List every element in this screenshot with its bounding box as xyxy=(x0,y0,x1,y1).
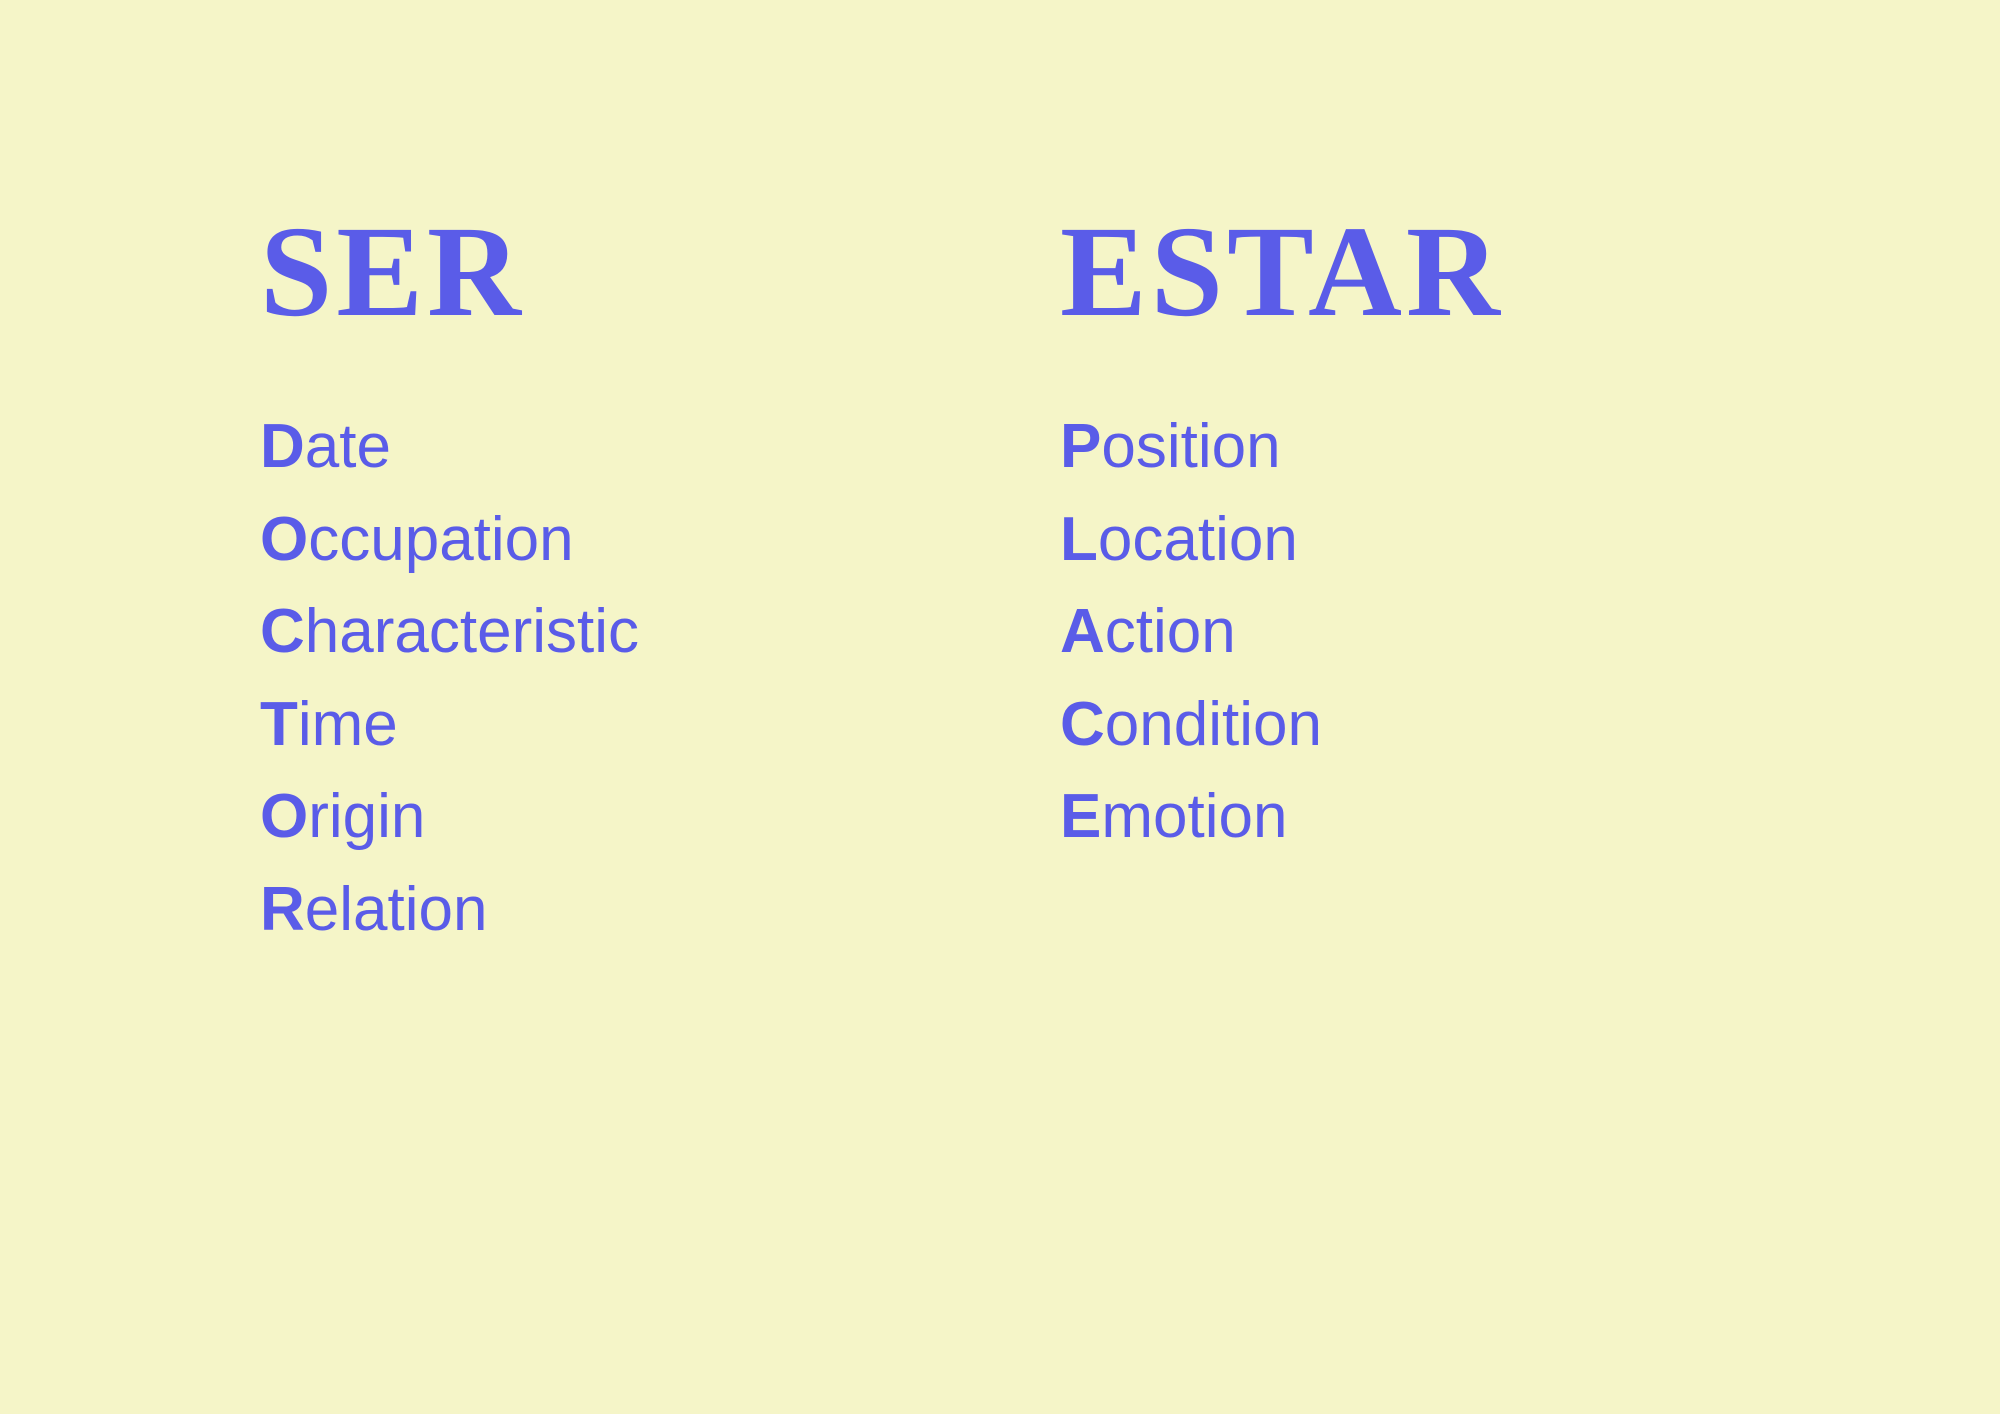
estar-item-condition: Condition xyxy=(1060,685,1740,766)
ser-title: SER xyxy=(260,197,940,347)
ser-item-relation: Relation xyxy=(260,870,940,951)
ser-origin-rest: rigin xyxy=(308,782,425,851)
estar-item-action: Action xyxy=(1060,592,1740,673)
ser-items-list: Date Occupation Characteristic Time Orig… xyxy=(260,407,940,951)
estar-action-first-letter: A xyxy=(1060,597,1105,666)
ser-origin-first-letter: O xyxy=(260,782,308,851)
estar-location-rest: ocation xyxy=(1098,505,1298,574)
ser-date-rest: ate xyxy=(305,412,391,481)
ser-item-time: Time xyxy=(260,685,940,766)
ser-item-characteristic: Characteristic xyxy=(260,592,940,673)
ser-occupation-rest: ccupation xyxy=(308,505,573,574)
estar-condition-rest: ondition xyxy=(1105,690,1322,759)
ser-time-first-letter: T xyxy=(260,690,298,759)
estar-emotion-first-letter: E xyxy=(1060,782,1101,851)
estar-item-location: Location xyxy=(1060,500,1740,581)
estar-title: ESTAR xyxy=(1060,197,1740,347)
estar-position-rest: osition xyxy=(1101,412,1280,481)
estar-emotion-rest: motion xyxy=(1101,782,1287,851)
ser-occupation-first-letter: O xyxy=(260,505,308,574)
estar-condition-first-letter: C xyxy=(1060,690,1105,759)
ser-date-first-letter: D xyxy=(260,412,305,481)
ser-item-origin: Origin xyxy=(260,777,940,858)
estar-item-emotion: Emotion xyxy=(1060,777,1740,858)
ser-time-rest: ime xyxy=(298,690,398,759)
ser-item-occupation: Occupation xyxy=(260,500,940,581)
estar-items-list: Position Location Action Condition Emoti… xyxy=(1060,407,1740,858)
ser-item-date: Date xyxy=(260,407,940,488)
estar-location-first-letter: L xyxy=(1060,505,1098,574)
ser-characteristic-rest: haracteristic xyxy=(305,597,639,666)
ser-relation-rest: elation xyxy=(305,875,488,944)
ser-column: SER Date Occupation Characteristic Time … xyxy=(200,157,1000,1257)
estar-position-first-letter: P xyxy=(1060,412,1101,481)
ser-characteristic-first-letter: C xyxy=(260,597,305,666)
estar-item-position: Position xyxy=(1060,407,1740,488)
estar-action-rest: ction xyxy=(1105,597,1236,666)
estar-column: ESTAR Position Location Action Condition… xyxy=(1000,157,1800,1257)
ser-relation-first-letter: R xyxy=(260,875,305,944)
main-container: SER Date Occupation Characteristic Time … xyxy=(200,157,1800,1257)
